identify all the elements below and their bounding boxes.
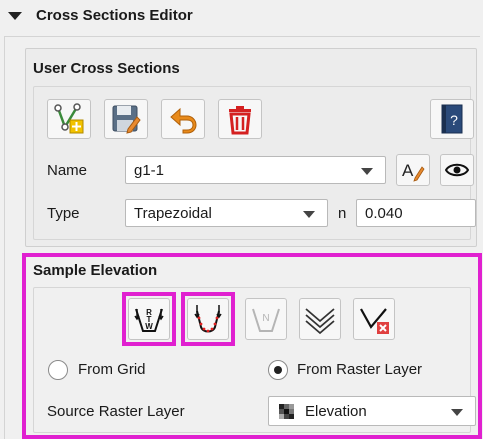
svg-text:N: N	[262, 313, 269, 324]
rename-button[interactable]: A	[396, 154, 430, 186]
help-icon: ?	[441, 104, 463, 134]
manning-n-value: 0.040	[365, 205, 403, 222]
from-raster-layer-radio[interactable]	[268, 360, 288, 380]
save-button[interactable]	[104, 99, 148, 139]
help-button[interactable]: ?	[430, 99, 474, 139]
chevron-down-icon	[361, 168, 373, 175]
delete-icon	[229, 106, 251, 135]
source-raster-layer-combobox[interactable]: Elevation	[268, 396, 476, 426]
manning-n-field[interactable]: 0.040	[356, 199, 476, 227]
type-combobox[interactable]: Trapezoidal	[125, 199, 328, 227]
sample-elevation-title: Sample Elevation	[33, 262, 158, 279]
sample-by-n-button[interactable]: N	[245, 298, 287, 340]
n-sample-icon: N	[252, 308, 280, 332]
name-label: Name	[47, 162, 88, 179]
chevron-down-icon	[303, 211, 315, 218]
eye-icon	[445, 163, 469, 177]
svg-text:?: ?	[450, 112, 458, 128]
from-grid-radio[interactable]	[48, 360, 68, 380]
revert-button[interactable]	[161, 99, 205, 139]
add-cross-section-button[interactable]	[47, 99, 91, 139]
cross-sections-editor-panel: Cross Sections Editor User Cross Section…	[0, 0, 483, 439]
source-raster-layer-value: Elevation	[305, 403, 367, 420]
sample-by-rtw-button[interactable]: R T W	[128, 298, 170, 340]
delete-button[interactable]	[218, 99, 262, 139]
visibility-button[interactable]	[440, 154, 474, 186]
name-combobox[interactable]: g1-1	[125, 156, 386, 184]
raster-layer-icon	[279, 404, 294, 419]
type-value: Trapezoidal	[134, 205, 212, 222]
user-cross-sections-title: User Cross Sections	[33, 60, 180, 77]
multi-section-button[interactable]	[299, 298, 341, 340]
manning-n-label: n	[338, 205, 347, 222]
sample-points-icon	[194, 305, 222, 333]
save-icon	[112, 105, 141, 134]
chevron-down-icon	[451, 409, 463, 416]
rename-icon: A	[402, 161, 425, 182]
type-label: Type	[47, 205, 80, 222]
name-value: g1-1	[134, 162, 165, 179]
from-grid-label[interactable]: From Grid	[78, 361, 146, 378]
multi-section-icon	[305, 308, 335, 335]
panel-title[interactable]: Cross Sections Editor	[36, 7, 193, 24]
from-raster-layer-label[interactable]: From Raster Layer	[297, 361, 422, 378]
collapse-arrow-icon[interactable]	[8, 12, 22, 20]
sample-elevation-button[interactable]	[187, 298, 229, 340]
source-raster-layer-label: Source Raster Layer	[47, 403, 185, 420]
rtw-sample-icon: R T W	[134, 308, 164, 332]
svg-text:A: A	[402, 161, 414, 180]
add-cross-section-icon	[54, 103, 84, 134]
delete-sample-button[interactable]	[353, 298, 395, 340]
svg-text:W: W	[145, 322, 153, 331]
delete-sample-icon	[360, 308, 389, 334]
revert-icon	[170, 107, 197, 134]
